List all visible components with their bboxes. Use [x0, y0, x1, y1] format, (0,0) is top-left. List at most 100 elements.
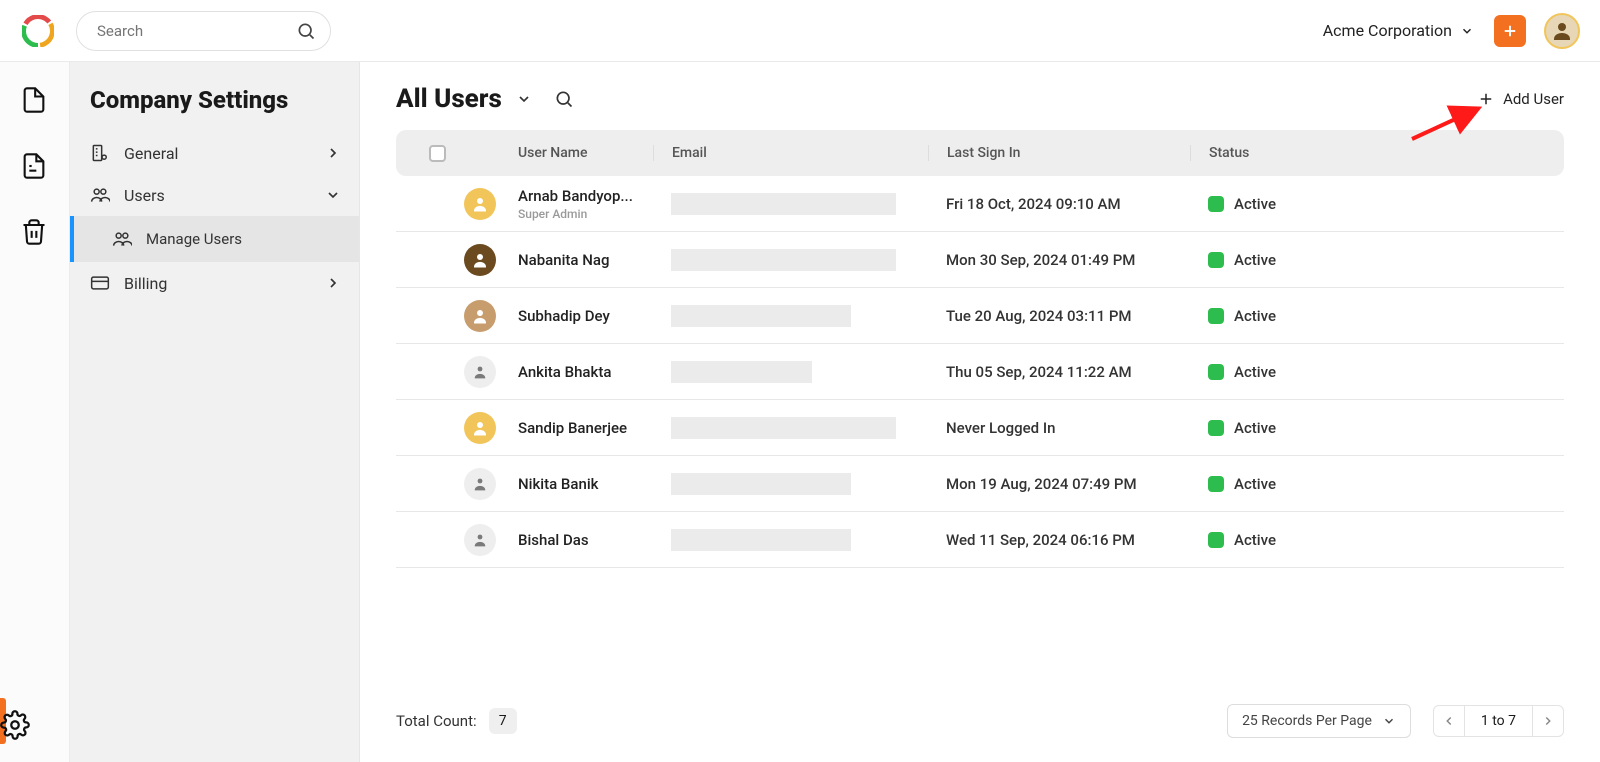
rail-item-document[interactable]	[20, 152, 50, 182]
page-next-button[interactable]	[1532, 705, 1564, 737]
user-avatar	[464, 356, 496, 388]
email-masked	[671, 417, 896, 439]
total-count-label: Total Count:	[396, 712, 477, 730]
page-prev-button[interactable]	[1433, 705, 1465, 737]
records-per-page-dropdown[interactable]: 25 Records Per Page	[1227, 704, 1411, 738]
status-indicator	[1208, 196, 1224, 212]
user-name: Nikita Banik	[518, 475, 653, 493]
company-switcher[interactable]: Acme Corporation	[1323, 21, 1474, 40]
table-row[interactable]: Subhadip Dey Tue 20 Aug, 2024 03:11 PM Act…	[396, 288, 1564, 344]
per-page-label: 25 Records Per Page	[1242, 713, 1372, 729]
last-sign-in: Thu 05 Sep, 2024 11:22 AM	[928, 363, 1190, 381]
rail-item-settings[interactable]	[0, 710, 30, 740]
user-name: Arnab Bandyop...	[518, 187, 653, 205]
user-name: Subhadip Dey	[518, 307, 653, 325]
app-logo[interactable]	[12, 15, 64, 47]
chevron-down-icon	[1460, 24, 1474, 38]
sidebar-item-label: Billing	[124, 274, 311, 293]
email-masked	[671, 473, 851, 495]
user-avatar	[464, 300, 496, 332]
table-row[interactable]: Sandip Banerjee Never Logged In Active	[396, 400, 1564, 456]
sidebar-title: Company Settings	[90, 86, 359, 114]
plus-icon	[1477, 90, 1495, 108]
status-label: Active	[1234, 475, 1276, 493]
status-label: Active	[1234, 307, 1276, 325]
user-avatar	[464, 524, 496, 556]
top-bar: Acme Corporation	[0, 0, 1600, 62]
add-user-label: Add User	[1503, 90, 1564, 108]
chevron-right-icon	[325, 145, 341, 161]
status-indicator	[1208, 308, 1224, 324]
pagination: 1 to 7	[1433, 705, 1564, 737]
last-sign-in: Mon 30 Sep, 2024 01:49 PM	[928, 251, 1190, 269]
user-avatar	[464, 412, 496, 444]
search-icon	[296, 21, 316, 41]
status-label: Active	[1234, 251, 1276, 269]
select-all-checkbox[interactable]	[429, 145, 446, 162]
main-content: All Users Add User	[360, 62, 1600, 762]
rail-item-file[interactable]	[20, 86, 50, 116]
column-header-last-signin[interactable]: Last Sign In	[928, 145, 1190, 161]
last-sign-in: Tue 20 Aug, 2024 03:11 PM	[928, 307, 1190, 325]
last-sign-in: Fri 18 Oct, 2024 09:10 AM	[928, 195, 1190, 213]
table-row[interactable]: Nabanita Nag Mon 30 Sep, 2024 01:49 PM Act…	[396, 232, 1564, 288]
page-range: 1 to 7	[1465, 705, 1532, 737]
building-icon	[90, 143, 110, 163]
sidebar-item-label: Users	[124, 186, 311, 205]
column-header-username[interactable]: User Name	[518, 145, 653, 161]
user-role: Super Admin	[518, 207, 653, 221]
page-search-icon[interactable]	[554, 89, 574, 109]
column-header-email[interactable]: Email	[653, 145, 928, 161]
user-avatar	[464, 468, 496, 500]
sidebar-item-users[interactable]: Users	[70, 174, 359, 216]
add-user-button[interactable]: Add User	[1477, 90, 1564, 108]
chevron-right-icon	[325, 275, 341, 291]
table-row[interactable]: Arnab Bandyop... Super Admin Fri 18 Oct, 2…	[396, 176, 1564, 232]
table-row[interactable]: Ankita Bhakta Thu 05 Sep, 2024 11:22 AM Ac…	[396, 344, 1564, 400]
quick-add-button[interactable]	[1494, 15, 1526, 47]
last-sign-in: Wed 11 Sep, 2024 06:16 PM	[928, 531, 1190, 549]
sidebar-item-general[interactable]: General	[70, 132, 359, 174]
status-label: Active	[1234, 195, 1276, 213]
total-count-value: 7	[489, 708, 517, 734]
sidebar-item-billing[interactable]: Billing	[70, 262, 359, 304]
icon-rail	[0, 62, 70, 762]
status-indicator	[1208, 476, 1224, 492]
settings-sidebar: Company Settings General Users Manage U	[70, 62, 360, 762]
page-title-dropdown[interactable]	[516, 91, 532, 107]
page-title: All Users	[396, 84, 502, 114]
page-header: All Users Add User	[396, 84, 1564, 114]
email-masked	[671, 193, 896, 215]
global-search[interactable]	[76, 11, 331, 51]
chevron-down-icon	[1382, 714, 1396, 728]
last-sign-in: Never Logged In	[928, 419, 1190, 437]
status-indicator	[1208, 420, 1224, 436]
credit-card-icon	[90, 273, 110, 293]
table-header-row: User Name Email Last Sign In Status	[396, 130, 1564, 176]
sidebar-item-label: General	[124, 144, 311, 163]
status-indicator	[1208, 364, 1224, 380]
rail-item-trash[interactable]	[20, 218, 50, 248]
profile-avatar[interactable]	[1544, 13, 1580, 49]
email-masked	[671, 305, 851, 327]
user-name: Nabanita Nag	[518, 251, 653, 269]
sidebar-subitem-manage-users[interactable]: Manage Users	[70, 216, 359, 262]
user-avatar	[464, 244, 496, 276]
email-masked	[671, 249, 896, 271]
table-row[interactable]: Bishal DasWed 11 Sep, 2024 06:16 PMActiv…	[396, 512, 1564, 568]
status-label: Active	[1234, 363, 1276, 381]
user-avatar	[464, 188, 496, 220]
user-name: Bishal Das	[518, 531, 653, 549]
status-indicator	[1208, 532, 1224, 548]
company-name: Acme Corporation	[1323, 21, 1452, 40]
last-sign-in: Mon 19 Aug, 2024 07:49 PM	[928, 475, 1190, 493]
users-table: User Name Email Last Sign In Status Arna…	[396, 130, 1564, 568]
table-row[interactable]: Nikita Banik Mon 19 Aug, 2024 07:49 PM Act…	[396, 456, 1564, 512]
user-name: Ankita Bhakta	[518, 363, 653, 381]
global-search-input[interactable]	[95, 21, 286, 41]
users-icon	[112, 229, 132, 249]
user-name: Sandip Banerjee	[518, 419, 653, 437]
status-label: Active	[1234, 419, 1276, 437]
users-icon	[90, 185, 110, 205]
column-header-status[interactable]: Status	[1190, 145, 1550, 161]
